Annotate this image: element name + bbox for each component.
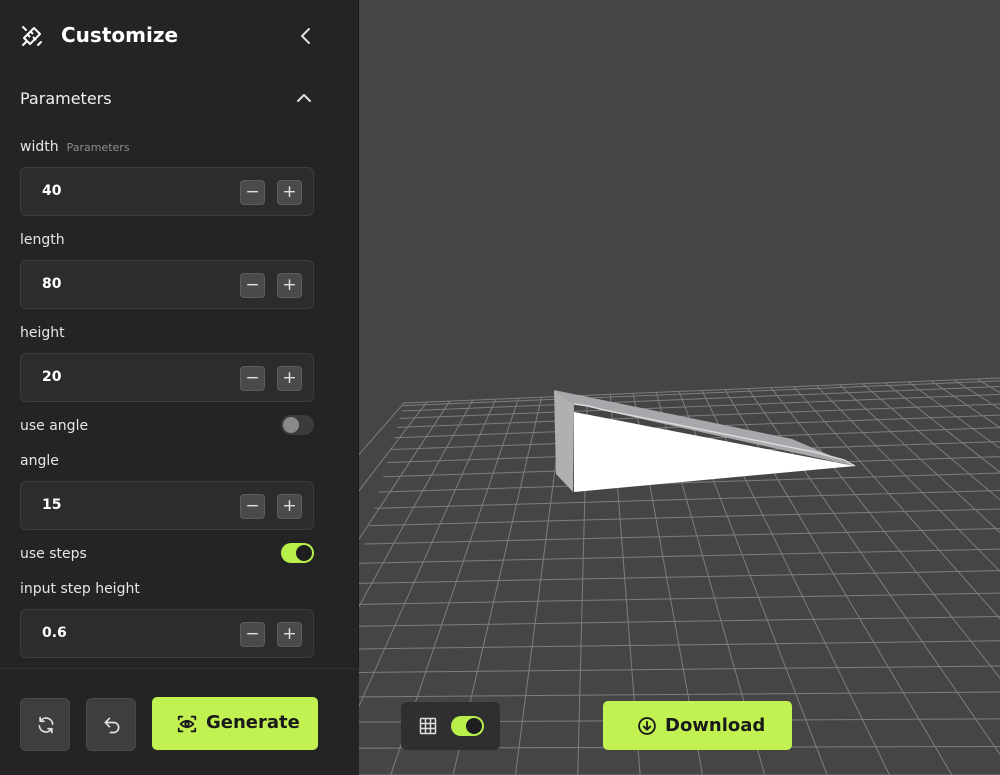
- height-decrement-button[interactable]: −: [240, 366, 265, 391]
- grid-line: [930, 380, 1000, 429]
- angle-input[interactable]: [42, 497, 192, 513]
- chevron-left-icon[interactable]: [294, 24, 318, 48]
- 3d-viewport[interactable]: [359, 0, 1000, 775]
- undo-button[interactable]: [86, 698, 136, 751]
- eye-scan-icon: [177, 715, 197, 733]
- step-height-field: − +: [20, 609, 314, 658]
- chevron-up-icon[interactable]: [292, 86, 316, 110]
- grid-toggle[interactable]: [451, 716, 484, 736]
- step-height-decrement-button[interactable]: −: [240, 622, 265, 647]
- generate-button-label: Generate: [206, 712, 300, 733]
- section-title: Parameters: [20, 89, 112, 108]
- width-sublabel: Parameters: [66, 141, 130, 154]
- use-steps-label: use steps: [20, 546, 87, 562]
- sidebar-title: Customize: [61, 23, 179, 47]
- grid-line: [908, 381, 1000, 449]
- width-label-text: width: [20, 139, 59, 155]
- angle-increment-button[interactable]: +: [277, 494, 302, 519]
- customize-sidebar: Customize Parameters width Parameters − +…: [0, 0, 359, 775]
- app-root: Customize Parameters width Parameters − +…: [0, 0, 1000, 775]
- grid-icon: [419, 717, 437, 735]
- width-decrement-button[interactable]: −: [240, 180, 265, 205]
- angle-label: angle: [20, 453, 59, 469]
- toggle-knob: [466, 718, 482, 734]
- download-circle-icon: [638, 717, 656, 735]
- model-scene[interactable]: [359, 0, 1000, 775]
- toggle-knob: [283, 417, 299, 433]
- grid-line: [359, 402, 405, 456]
- reset-button[interactable]: [20, 698, 70, 751]
- grid-line: [359, 592, 1000, 605]
- grid-line: [359, 616, 1000, 627]
- height-input[interactable]: [42, 369, 192, 385]
- length-decrement-button[interactable]: −: [240, 273, 265, 298]
- download-button[interactable]: Download: [603, 701, 792, 750]
- parameters-section-header[interactable]: Parameters: [0, 78, 359, 120]
- sidebar-footer: Generate: [0, 668, 359, 775]
- toggle-knob: [296, 545, 312, 561]
- grid-control: [401, 702, 500, 750]
- grid-line: [976, 378, 1000, 394]
- grid-line: [364, 528, 1000, 545]
- length-increment-button[interactable]: +: [277, 273, 302, 298]
- pencil-ruler-icon: [22, 26, 42, 46]
- use-steps-toggle[interactable]: [281, 543, 314, 563]
- height-increment-button[interactable]: +: [277, 366, 302, 391]
- generate-button[interactable]: Generate: [152, 697, 318, 750]
- grid-line: [953, 379, 1000, 410]
- undo-icon: [104, 717, 120, 734]
- grid-line: [359, 665, 1000, 674]
- grid-line: [839, 384, 1000, 534]
- width-label: width Parameters: [20, 139, 130, 155]
- height-field: − +: [20, 353, 314, 402]
- download-button-label: Download: [665, 715, 766, 736]
- use-angle-toggle[interactable]: [281, 415, 314, 435]
- grid-line: [369, 508, 1000, 527]
- width-field: − +: [20, 167, 314, 216]
- width-input[interactable]: [42, 183, 192, 199]
- length-input[interactable]: [42, 276, 192, 292]
- height-label: height: [20, 325, 65, 341]
- use-angle-label: use angle: [20, 418, 89, 434]
- grid-line: [374, 489, 1000, 509]
- length-label: length: [20, 232, 65, 248]
- step-height-label: input step height: [20, 581, 140, 597]
- sidebar-header: Customize: [0, 0, 359, 72]
- refresh-icon: [38, 716, 54, 734]
- step-height-increment-button[interactable]: +: [277, 622, 302, 647]
- grid-line: [399, 393, 1000, 419]
- step-height-input[interactable]: [42, 625, 192, 641]
- angle-decrement-button[interactable]: −: [240, 494, 265, 519]
- grid-line: [359, 570, 1000, 584]
- width-increment-button[interactable]: +: [277, 180, 302, 205]
- angle-field: − +: [20, 481, 314, 530]
- length-field: − +: [20, 260, 314, 309]
